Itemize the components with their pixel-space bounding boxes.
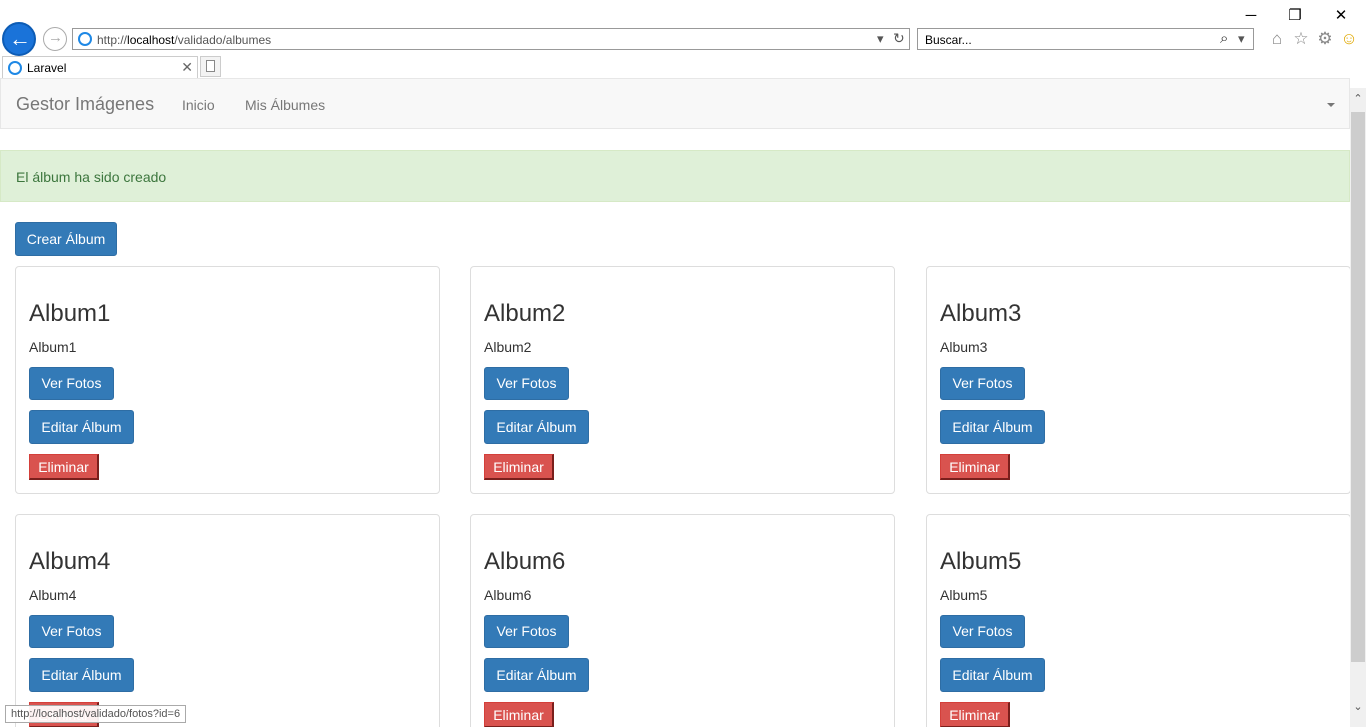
album-title: Album5 — [940, 548, 1022, 575]
address-bar[interactable]: http://localhost/validado/albumes ▾ ↻ — [72, 28, 910, 50]
user-dropdown-caret-icon[interactable] — [1327, 103, 1335, 107]
edit-album-button[interactable]: Editar Álbum — [484, 410, 589, 444]
forward-arrow-icon: → — [48, 29, 63, 46]
forward-button[interactable]: → — [43, 27, 67, 51]
view-photos-button[interactable]: Ver Fotos — [29, 367, 114, 400]
feedback-icon[interactable]: ☺ — [1339, 29, 1359, 49]
album-card: Album4 Album4 Ver Fotos Editar Álbum Eli… — [15, 514, 440, 727]
status-url-tooltip: http://localhost/validado/fotos?id=6 — [5, 705, 187, 723]
restore-button[interactable]: ❐ — [1272, 4, 1318, 26]
success-alert: El álbum ha sido creado — [0, 150, 1350, 202]
close-icon: ✕ — [1334, 7, 1348, 24]
view-photos-button[interactable]: Ver Fotos — [940, 615, 1025, 648]
refresh-icon[interactable]: ↻ — [893, 30, 905, 47]
nav-link-inicio[interactable]: Inicio — [182, 97, 215, 113]
tab-ie-icon — [8, 61, 22, 75]
album-card: Album6 Album6 Ver Fotos Editar Álbum Eli… — [470, 514, 895, 727]
edit-album-button[interactable]: Editar Álbum — [940, 658, 1045, 692]
album-title: Album4 — [29, 548, 111, 575]
browser-tab[interactable]: Laravel ✕ — [2, 56, 198, 78]
restore-icon: ❐ — [1288, 7, 1302, 24]
search-icon[interactable]: ⌕ — [1220, 30, 1228, 47]
close-window-button[interactable]: ✕ — [1318, 4, 1364, 26]
view-photos-button[interactable]: Ver Fotos — [484, 367, 569, 400]
edit-album-button[interactable]: Editar Álbum — [484, 658, 589, 692]
delete-album-button[interactable]: Eliminar — [484, 454, 554, 480]
browser-chrome: ─ ❐ ✕ ← → http://localhost/validado/albu… — [0, 0, 1366, 78]
view-photos-button[interactable]: Ver Fotos — [484, 615, 569, 648]
scroll-up-icon[interactable]: ⌃ — [1350, 90, 1366, 106]
edit-album-button[interactable]: Editar Álbum — [29, 658, 134, 692]
album-title: Album1 — [29, 300, 111, 327]
page-content: Gestor Imágenes Inicio Mis Álbumes El ál… — [0, 78, 1350, 727]
scroll-down-icon[interactable]: ⌄ — [1350, 698, 1366, 714]
album-description: Album1 — [29, 339, 77, 355]
nav-link-mis-albumes[interactable]: Mis Álbumes — [245, 97, 325, 113]
album-card: Album3 Album3 Ver Fotos Editar Álbum Eli… — [926, 266, 1350, 494]
album-title: Album2 — [484, 300, 566, 327]
edit-album-button[interactable]: Editar Álbum — [29, 410, 134, 444]
delete-album-button[interactable]: Eliminar — [940, 454, 1010, 480]
address-url: http://localhost/validado/albumes — [97, 33, 272, 47]
album-title: Album6 — [484, 548, 566, 575]
create-album-button[interactable]: Crear Álbum — [15, 222, 117, 256]
search-box[interactable]: Buscar... ⌕ ▾ — [917, 28, 1254, 50]
search-input[interactable]: Buscar... — [925, 33, 972, 47]
album-card: Album1 Album1 Ver Fotos Editar Álbum Eli… — [15, 266, 440, 494]
view-photos-button[interactable]: Ver Fotos — [29, 615, 114, 648]
back-arrow-icon: ← — [9, 26, 31, 51]
address-dropdown-icon[interactable]: ▾ — [877, 31, 884, 47]
navbar: Gestor Imágenes Inicio Mis Álbumes — [0, 78, 1350, 129]
album-card: Album2 Album2 Ver Fotos Editar Álbum Eli… — [470, 266, 895, 494]
tab-title: Laravel — [27, 61, 67, 75]
navbar-brand[interactable]: Gestor Imágenes — [16, 94, 154, 115]
ie-page-icon — [78, 32, 92, 46]
edit-album-button[interactable]: Editar Álbum — [940, 410, 1045, 444]
album-description: Album4 — [29, 587, 77, 603]
delete-album-button[interactable]: Eliminar — [29, 454, 99, 480]
album-description: Album3 — [940, 339, 988, 355]
home-icon[interactable]: ⌂ — [1267, 29, 1287, 49]
scrollbar-thumb[interactable] — [1351, 112, 1365, 662]
tab-close-icon[interactable]: ✕ — [181, 59, 193, 76]
settings-icon[interactable]: ⚙ — [1315, 29, 1335, 49]
new-tab-icon — [206, 60, 215, 72]
minimize-icon: ─ — [1245, 6, 1257, 24]
minimize-button[interactable]: ─ — [1228, 4, 1274, 26]
album-description: Album6 — [484, 587, 532, 603]
album-card: Album5 Album5 Ver Fotos Editar Álbum Eli… — [926, 514, 1350, 727]
alert-message: El álbum ha sido creado — [16, 169, 167, 185]
new-tab-button[interactable] — [200, 56, 221, 77]
back-button[interactable]: ← — [2, 22, 36, 56]
delete-album-button[interactable]: Eliminar — [940, 702, 1010, 727]
album-description: Album2 — [484, 339, 532, 355]
album-description: Album5 — [940, 587, 988, 603]
delete-album-button[interactable]: Eliminar — [484, 702, 554, 727]
search-dropdown-icon[interactable]: ▾ — [1238, 31, 1245, 47]
favorites-icon[interactable]: ☆ — [1291, 29, 1311, 49]
album-title: Album3 — [940, 300, 1022, 327]
view-photos-button[interactable]: Ver Fotos — [940, 367, 1025, 400]
